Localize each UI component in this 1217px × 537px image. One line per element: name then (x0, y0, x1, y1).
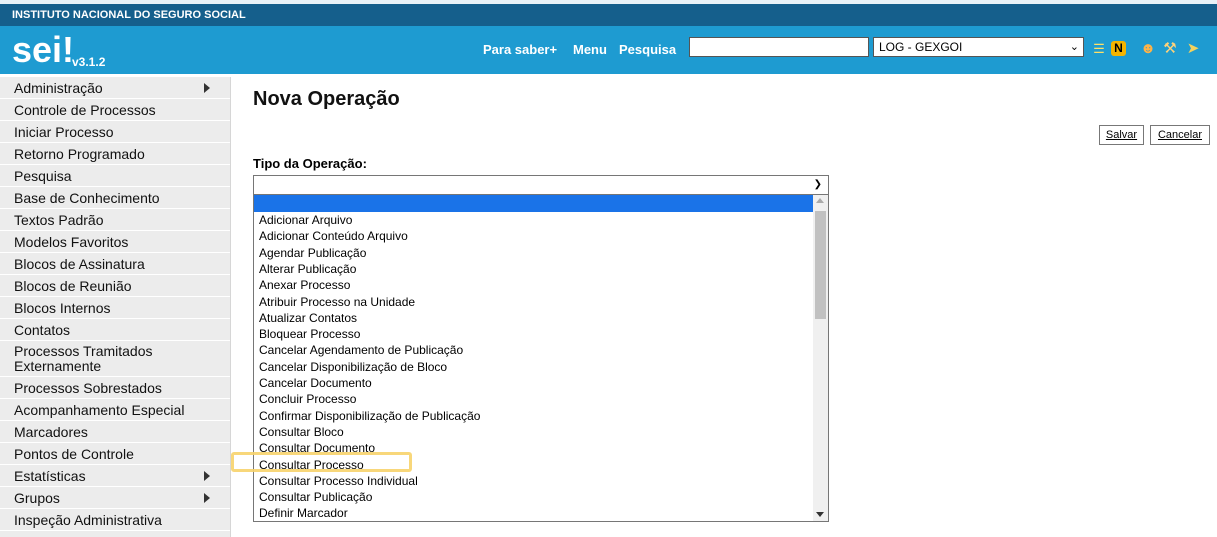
sidebar-item-label: Modelos Favoritos (14, 233, 129, 250)
dropdown-option[interactable]: Concluir Processo (259, 391, 356, 407)
dropdown-option[interactable]: Cancelar Agendamento de Publicação (259, 342, 463, 358)
dropdown-option[interactable]: Adicionar Arquivo (259, 212, 352, 228)
sidebar-menu: Administração Controle de Processos Inicia… (0, 77, 231, 537)
sidebar-item[interactable]: Contatos (0, 319, 230, 341)
sidebar-item-label: Textos Padrão (14, 211, 104, 228)
para-saber-link[interactable]: Para saber+ (483, 42, 557, 57)
sidebar-item[interactable]: Modelos Favoritos (0, 231, 230, 253)
unit-select-value: LOG - GEXGOI (879, 40, 963, 54)
version-label: v3.1.2 (72, 55, 106, 69)
unit-select[interactable]: LOG - GEXGOI ⌄ (873, 37, 1084, 57)
sidebar-item[interactable]: Base de Conhecimento (0, 187, 230, 209)
sidebar-item-label: Inspeção Administrativa (14, 511, 162, 528)
chevron-right-icon (204, 82, 210, 93)
dropdown-option[interactable]: Agendar Publicação (259, 245, 366, 261)
sidebar-item[interactable]: Marcadores (0, 421, 230, 443)
page-title: Nova Operação (253, 88, 400, 110)
menu-link[interactable]: Menu (573, 42, 607, 57)
sidebar-item-label: Contatos (14, 321, 71, 338)
sidebar-item[interactable]: Inspeção Administrativa (0, 509, 230, 531)
dropdown-option[interactable]: Consultar Processo Individual (259, 473, 418, 489)
sidebar-item[interactable]: Processos Sobrestados (0, 377, 230, 399)
scroll-up-icon[interactable] (816, 198, 824, 203)
sidebar-item[interactable]: Processos Tramitados Externamente (0, 341, 230, 377)
sidebar-item-label: Pontos de Controle (14, 445, 134, 462)
sei-logo[interactable]: sei! (12, 32, 74, 68)
sidebar-item[interactable]: Iniciar Processo (0, 121, 230, 143)
chevron-right-icon (204, 470, 210, 481)
sidebar-item-label: Base de Conhecimento (14, 189, 160, 206)
chevron-down-icon: ⌄ (1069, 41, 1079, 53)
dropdown-option[interactable]: Cancelar Documento (259, 375, 372, 391)
search-input[interactable] (689, 37, 869, 57)
sidebar-item[interactable]: Retorno Programado (0, 143, 230, 165)
dropdown-option[interactable]: Atribuir Processo na Unidade (259, 294, 415, 310)
header-bar: sei! v3.1.2 Para saber+ Menu Pesquisa LO… (0, 26, 1217, 74)
dropdown-option[interactable]: Bloquear Processo (259, 326, 360, 342)
dropdown-option[interactable]: Atualizar Contatos (259, 310, 357, 326)
dropdown-option[interactable]: Cancelar Disponibilização de Bloco (259, 359, 447, 375)
highlight-box (231, 452, 412, 472)
scroll-down-icon[interactable] (816, 512, 824, 517)
user-icon[interactable]: ☻ (1139, 40, 1157, 58)
sidebar-item-label: Blocos Internos (14, 299, 111, 316)
cancel-button[interactable]: Cancelar (1150, 125, 1210, 145)
sidebar-item[interactable]: Textos Padrão (0, 209, 230, 231)
wrench-icon[interactable]: ⚒ (1161, 40, 1179, 58)
dropdown-option[interactable]: Adicionar Conteúdo Arquivo (259, 228, 408, 244)
operation-type-dropdown[interactable]: Adicionar Arquivo Adicionar Conteúdo Arqu… (253, 194, 829, 522)
sidebar-item[interactable]: Acompanhamento Especial (0, 399, 230, 421)
sidebar-item-label: Processos Sobrestados (14, 379, 162, 396)
sidebar-item-label: Retorno Programado (14, 145, 145, 162)
exit-icon[interactable]: ➤ (1184, 40, 1202, 58)
institution-bar: INSTITUTO NACIONAL DO SEGURO SOCIAL (0, 4, 1217, 26)
save-button[interactable]: Salvar (1099, 125, 1144, 145)
dropdown-option[interactable]: Confirmar Disponibilização de Publicação (259, 408, 480, 424)
dropdown-option[interactable]: Alterar Publicação (259, 261, 356, 277)
sidebar-item-label: Marcadores (14, 423, 88, 440)
sidebar-item-label: Estatísticas (14, 467, 86, 484)
sidebar-item-label: Blocos de Reunião (14, 277, 132, 294)
sidebar-item[interactable]: Blocos de Assinatura (0, 253, 230, 275)
operation-type-label: Tipo da Operação: (253, 156, 367, 171)
sidebar-item[interactable]: Pesquisa (0, 165, 230, 187)
chevron-right-icon (204, 492, 210, 503)
chevron-down-icon: ❯ (813, 179, 822, 190)
dropdown-option[interactable]: Definir Marcador (259, 505, 348, 521)
sidebar-item[interactable]: Grupos (0, 487, 230, 509)
sidebar-item[interactable]: Pontos de Controle (0, 443, 230, 465)
cancel-button-label: Cancelar (1157, 129, 1203, 141)
operation-type-select[interactable]: ❯ (253, 175, 829, 195)
sidebar-item[interactable]: Blocos Internos (0, 297, 230, 319)
list-icon[interactable]: ☰ (1090, 40, 1108, 58)
scroll-thumb[interactable] (815, 211, 826, 319)
sidebar-item-label: Processos Tramitados Externamente (14, 342, 153, 374)
sidebar-item-label: Administração (14, 79, 103, 96)
sidebar-item[interactable]: Blocos de Reunião (0, 275, 230, 297)
save-button-label: Salvar (1105, 129, 1138, 141)
sidebar-item-label: Acompanhamento Especial (14, 401, 185, 418)
pesquisa-link[interactable]: Pesquisa (619, 42, 676, 57)
dropdown-option[interactable]: Consultar Bloco (259, 424, 344, 440)
sidebar-item[interactable]: Controle de Processos (0, 99, 230, 121)
dropdown-scrollbar[interactable] (813, 195, 828, 521)
sidebar-item-label: Pesquisa (14, 167, 72, 184)
sidebar-item-label: Blocos de Assinatura (14, 255, 145, 272)
sidebar-item-label: Iniciar Processo (14, 123, 114, 140)
selected-option-row[interactable] (254, 195, 814, 212)
notes-icon[interactable]: N (1111, 41, 1126, 56)
dropdown-option[interactable]: Consultar Publicação (259, 489, 372, 505)
sidebar-item-label: Controle de Processos (14, 101, 156, 118)
sidebar-item-label: Grupos (14, 489, 60, 506)
dropdown-option[interactable]: Anexar Processo (259, 277, 350, 293)
sidebar-item[interactable]: Estatísticas (0, 465, 230, 487)
sidebar-item[interactable]: Administração (0, 77, 230, 99)
